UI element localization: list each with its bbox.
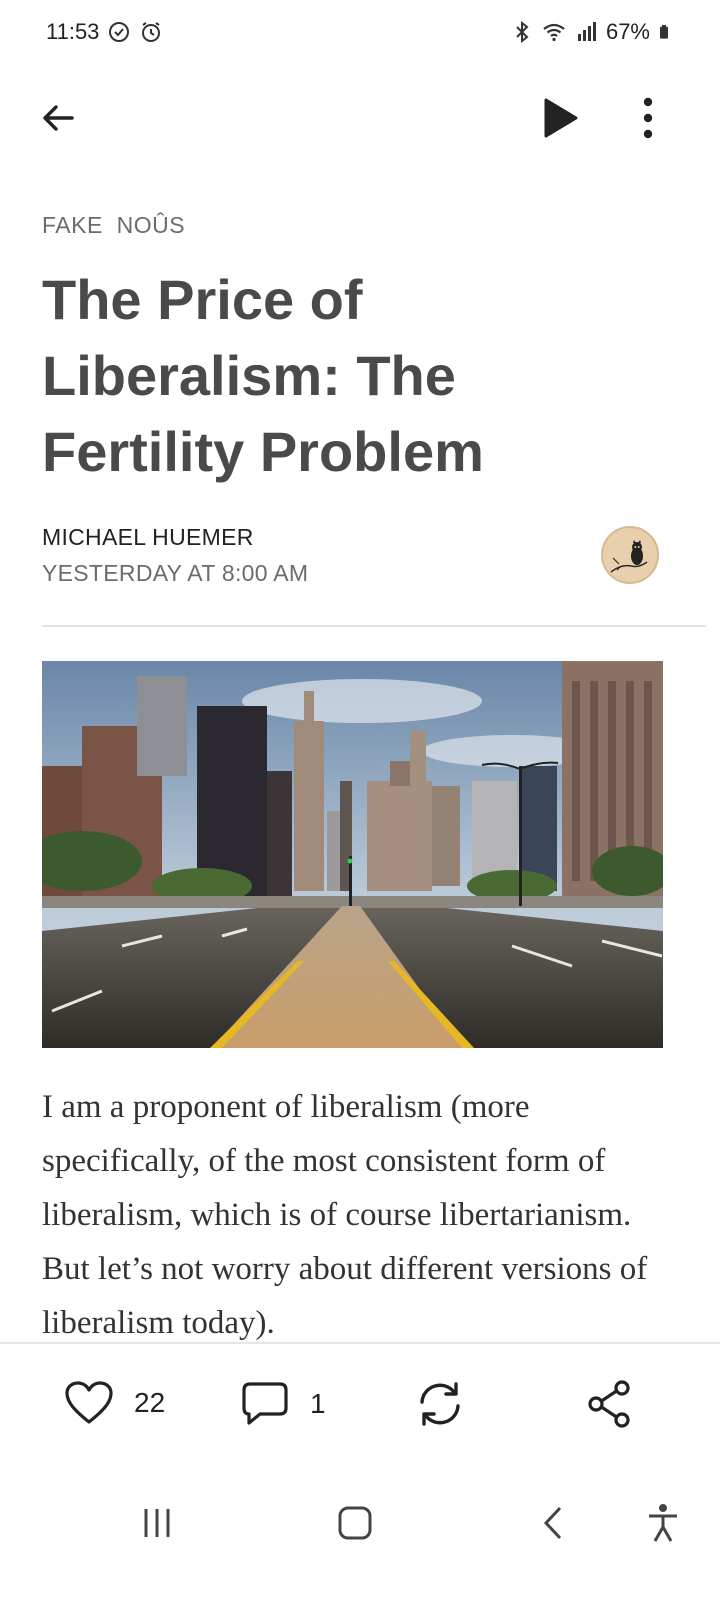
share-button[interactable]: [586, 1380, 634, 1428]
more-options-button[interactable]: [620, 90, 676, 146]
status-bar: 11:53 67%: [0, 0, 720, 64]
comment-count: 1: [310, 1388, 326, 1419]
author-name[interactable]: MICHAEL HUEMER: [42, 524, 254, 551]
recent-apps-icon: [144, 1509, 170, 1537]
comment-button[interactable]: 1: [240, 1380, 326, 1428]
status-time: 11:53: [46, 19, 100, 44]
arrow-left-icon: [43, 105, 74, 131]
article-body: I am a proponent of liberalism (more spe…: [42, 1089, 648, 1341]
more-vertical-icon: [643, 97, 653, 139]
back-button[interactable]: [30, 90, 86, 146]
home-button[interactable]: [330, 1498, 380, 1548]
restack-button[interactable]: [414, 1380, 466, 1428]
play-icon: [544, 98, 578, 138]
notification-icon: [109, 22, 130, 42]
comment-icon: [242, 1382, 288, 1425]
header-divider: [42, 625, 706, 627]
owl-logo-icon: [610, 540, 648, 573]
system-navigation-bar: [0, 1470, 720, 1600]
signal-icon: [577, 22, 596, 41]
article-action-bar: 22 1: [0, 1342, 720, 1464]
like-button[interactable]: 22: [64, 1380, 165, 1426]
accessibility-button[interactable]: [638, 1498, 688, 1548]
wifi-icon: [543, 23, 565, 42]
publication-name[interactable]: FAKE NOÛS: [42, 212, 185, 239]
alarm-icon: [142, 22, 161, 42]
publish-date: YESTERDAY AT 8:00 AM: [42, 560, 309, 586]
share-icon: [588, 1380, 630, 1428]
bluetooth-icon: [516, 20, 529, 44]
accessibility-icon: [649, 1504, 677, 1542]
article-hero-image[interactable]: [42, 661, 663, 1048]
restack-icon: [420, 1382, 460, 1426]
screen: 11:53 67% FAKE NOÛS The Price of Liberal…: [0, 0, 720, 1600]
system-back-button[interactable]: [528, 1498, 578, 1548]
recent-apps-button[interactable]: [132, 1498, 182, 1548]
article-title: The Price of Liberalism: The Fertility P…: [42, 268, 484, 483]
battery-icon: [660, 25, 668, 39]
heart-icon: [65, 1381, 113, 1424]
home-icon: [338, 1506, 372, 1540]
play-button[interactable]: [532, 90, 588, 146]
battery-percent: 67%: [605, 19, 650, 44]
app-bar: [0, 78, 720, 158]
like-count: 22: [134, 1387, 166, 1418]
chevron-left-icon: [543, 1506, 562, 1540]
city-street-image: [42, 661, 663, 1048]
publication-avatar[interactable]: [601, 526, 659, 584]
